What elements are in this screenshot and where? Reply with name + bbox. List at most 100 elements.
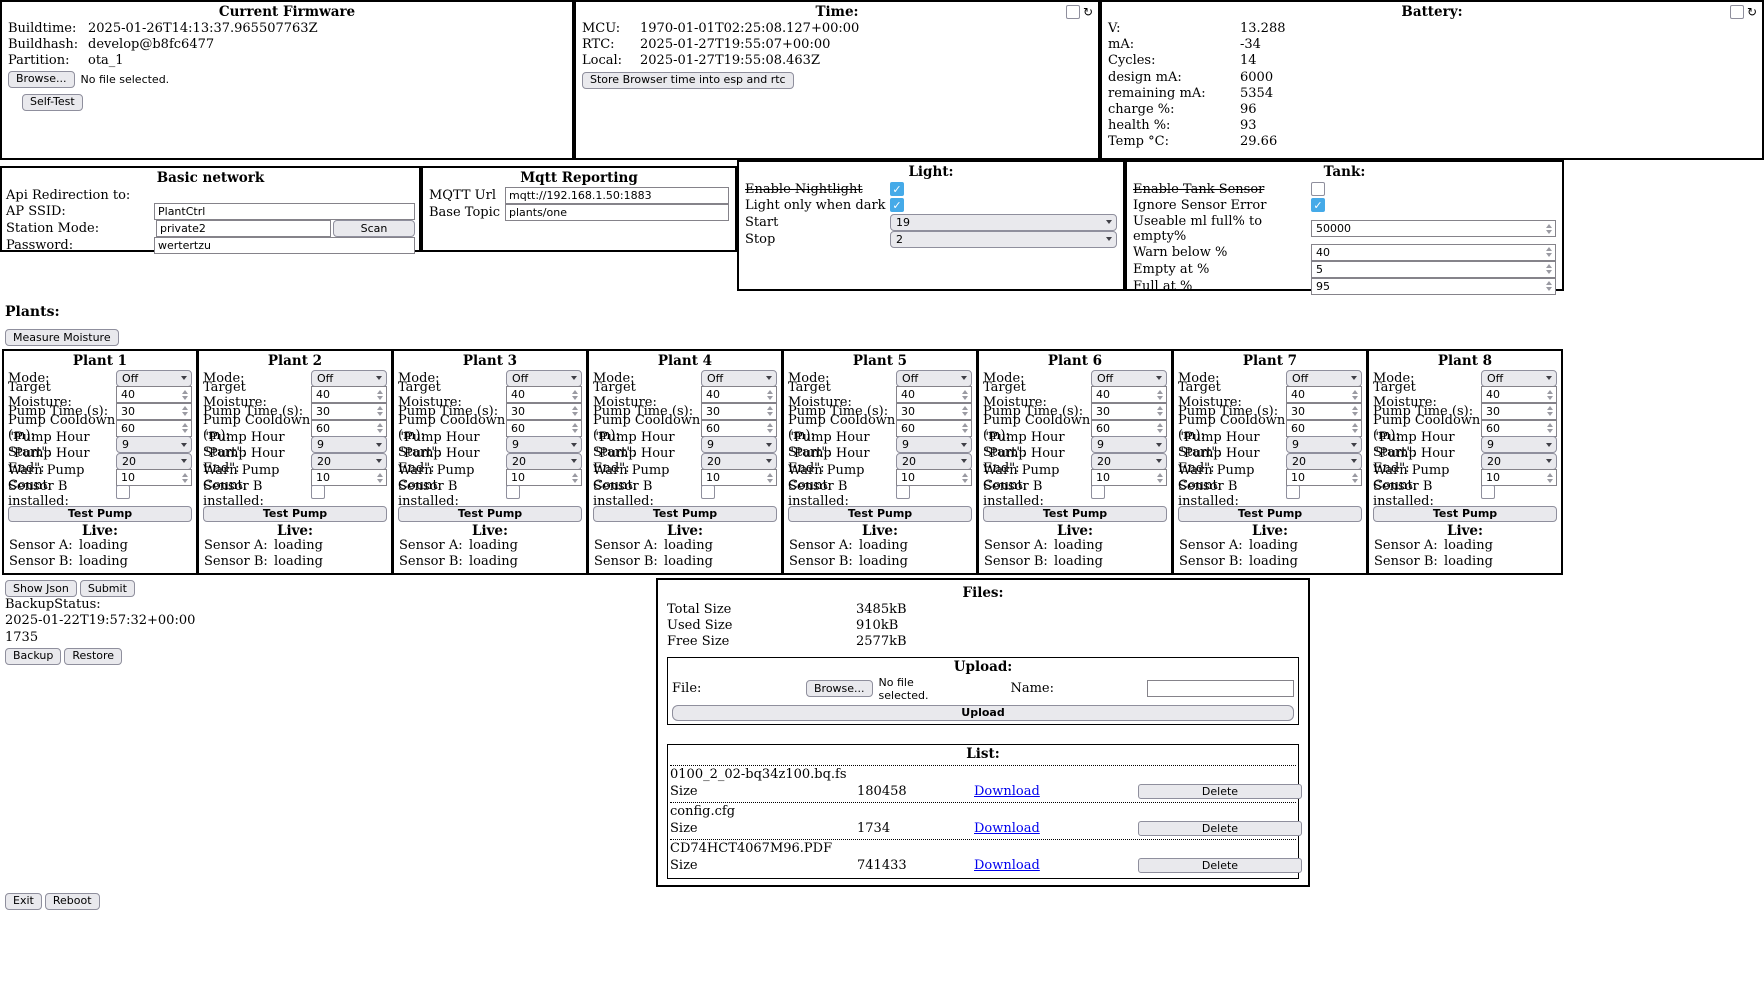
sensor-b-installed-checkbox[interactable] <box>701 485 715 499</box>
warn-pump-count-input[interactable]: 10 <box>896 469 972 486</box>
target-moisture-input[interactable]: 40 <box>116 386 192 403</box>
mode-select[interactable]: Off <box>701 370 777 387</box>
download-link[interactable]: Download <box>974 858 1138 873</box>
sensor-b-installed-checkbox[interactable] <box>311 485 325 499</box>
delete-button[interactable]: Delete <box>1138 784 1302 799</box>
warn-pump-count-input[interactable]: 10 <box>311 469 387 486</box>
warn-pump-count-input[interactable]: 10 <box>1481 469 1557 486</box>
sensor-b-installed-checkbox[interactable] <box>506 485 520 499</box>
sensor-b-installed-checkbox[interactable] <box>1091 485 1105 499</box>
warn-pump-count-input[interactable]: 10 <box>116 469 192 486</box>
pump-hour-start-select[interactable]: 9 <box>1481 436 1557 453</box>
pump-hour-start-select[interactable]: 9 <box>896 436 972 453</box>
scan-button[interactable]: Scan <box>333 220 415 237</box>
warn-pump-count-input[interactable]: 10 <box>701 469 777 486</box>
pump-time-input[interactable]: 30 <box>896 403 972 420</box>
test-pump-button[interactable]: Test Pump <box>1178 506 1362 522</box>
pump-hour-start-select[interactable]: 9 <box>1286 436 1362 453</box>
time-refresh-checkbox[interactable] <box>1066 5 1080 19</box>
download-link[interactable]: Download <box>974 821 1138 836</box>
mode-select[interactable]: Off <box>1091 370 1167 387</box>
store-time-button[interactable]: Store Browser time into esp and rtc <box>582 72 794 89</box>
mode-select[interactable]: Off <box>1481 370 1557 387</box>
target-moisture-input[interactable]: 40 <box>1286 386 1362 403</box>
warn-pump-count-input[interactable]: 10 <box>1286 469 1362 486</box>
sensor-b-installed-checkbox[interactable] <box>1286 485 1300 499</box>
pump-cooldown-input[interactable]: 60 <box>1286 420 1362 437</box>
light-stop-select[interactable]: 2 <box>890 231 1117 248</box>
self-test-button[interactable]: Self-Test <box>22 94 83 111</box>
sensor-b-installed-checkbox[interactable] <box>1481 485 1495 499</box>
pump-cooldown-input[interactable]: 60 <box>1091 420 1167 437</box>
pump-cooldown-input[interactable]: 60 <box>701 420 777 437</box>
test-pump-button[interactable]: Test Pump <box>8 506 192 522</box>
test-pump-button[interactable]: Test Pump <box>398 506 582 522</box>
pump-time-input[interactable]: 30 <box>1481 403 1557 420</box>
delete-button[interactable]: Delete <box>1138 858 1302 873</box>
backup-button[interactable]: Backup <box>5 648 61 665</box>
mode-select[interactable]: Off <box>311 370 387 387</box>
pump-time-input[interactable]: 30 <box>701 403 777 420</box>
test-pump-button[interactable]: Test Pump <box>203 506 387 522</box>
pump-time-input[interactable]: 30 <box>1091 403 1167 420</box>
measure-moisture-button[interactable]: Measure Moisture <box>5 329 119 346</box>
pump-hour-end-select[interactable]: 20 <box>506 453 582 470</box>
pump-hour-start-select[interactable]: 9 <box>701 436 777 453</box>
pump-hour-start-select[interactable]: 9 <box>311 436 387 453</box>
pump-hour-start-select[interactable]: 9 <box>506 436 582 453</box>
reboot-button[interactable]: Reboot <box>45 893 100 910</box>
pump-hour-end-select[interactable]: 20 <box>896 453 972 470</box>
pump-cooldown-input[interactable]: 60 <box>896 420 972 437</box>
pump-hour-end-select[interactable]: 20 <box>116 453 192 470</box>
pump-hour-start-select[interactable]: 9 <box>1091 436 1167 453</box>
mode-select[interactable]: Off <box>896 370 972 387</box>
pump-cooldown-input[interactable]: 60 <box>506 420 582 437</box>
upload-name-input[interactable] <box>1147 680 1294 697</box>
tank-full-input[interactable]: 95 <box>1311 278 1556 295</box>
ap-ssid-input[interactable] <box>154 203 415 220</box>
mode-select[interactable]: Off <box>116 370 192 387</box>
pump-time-input[interactable]: 30 <box>1286 403 1362 420</box>
warn-pump-count-input[interactable]: 10 <box>506 469 582 486</box>
target-moisture-input[interactable]: 40 <box>1481 386 1557 403</box>
tank-empty-input[interactable]: 5 <box>1311 261 1556 278</box>
target-moisture-input[interactable]: 40 <box>896 386 972 403</box>
download-link[interactable]: Download <box>974 784 1138 799</box>
pump-hour-start-select[interactable]: 9 <box>116 436 192 453</box>
pump-time-input[interactable]: 30 <box>506 403 582 420</box>
target-moisture-input[interactable]: 40 <box>311 386 387 403</box>
delete-button[interactable]: Delete <box>1138 821 1302 836</box>
pump-cooldown-input[interactable]: 60 <box>1481 420 1557 437</box>
exit-button[interactable]: Exit <box>5 893 42 910</box>
ignore-sensor-error-checkbox[interactable] <box>1311 198 1325 212</box>
firmware-browse-button[interactable]: Browse... <box>8 71 75 88</box>
pump-hour-end-select[interactable]: 20 <box>701 453 777 470</box>
tank-useable-input[interactable]: 50000 <box>1311 220 1556 237</box>
password-input[interactable] <box>154 237 415 254</box>
mode-select[interactable]: Off <box>506 370 582 387</box>
restore-button[interactable]: Restore <box>64 648 122 665</box>
battery-refresh-checkbox[interactable] <box>1730 5 1744 19</box>
test-pump-button[interactable]: Test Pump <box>983 506 1167 522</box>
mode-select[interactable]: Off <box>1286 370 1362 387</box>
pump-hour-end-select[interactable]: 20 <box>1481 453 1557 470</box>
station-mode-input[interactable] <box>156 220 331 237</box>
pump-hour-end-select[interactable]: 20 <box>311 453 387 470</box>
pump-time-input[interactable]: 30 <box>116 403 192 420</box>
pump-hour-end-select[interactable]: 20 <box>1286 453 1362 470</box>
upload-button[interactable]: Upload <box>672 705 1294 721</box>
light-only-dark-checkbox[interactable] <box>890 198 904 212</box>
test-pump-button[interactable]: Test Pump <box>593 506 777 522</box>
tank-warn-input[interactable]: 40 <box>1311 244 1556 261</box>
light-start-select[interactable]: 19 <box>890 214 1117 231</box>
mqtt-url-input[interactable] <box>505 187 729 204</box>
enable-tank-sensor-checkbox[interactable] <box>1311 182 1325 196</box>
test-pump-button[interactable]: Test Pump <box>788 506 972 522</box>
upload-browse-button[interactable]: Browse... <box>806 680 873 697</box>
target-moisture-input[interactable]: 40 <box>1091 386 1167 403</box>
pump-time-input[interactable]: 30 <box>311 403 387 420</box>
enable-nightlight-checkbox[interactable] <box>890 182 904 196</box>
warn-pump-count-input[interactable]: 10 <box>1091 469 1167 486</box>
sensor-b-installed-checkbox[interactable] <box>116 485 130 499</box>
pump-cooldown-input[interactable]: 60 <box>311 420 387 437</box>
